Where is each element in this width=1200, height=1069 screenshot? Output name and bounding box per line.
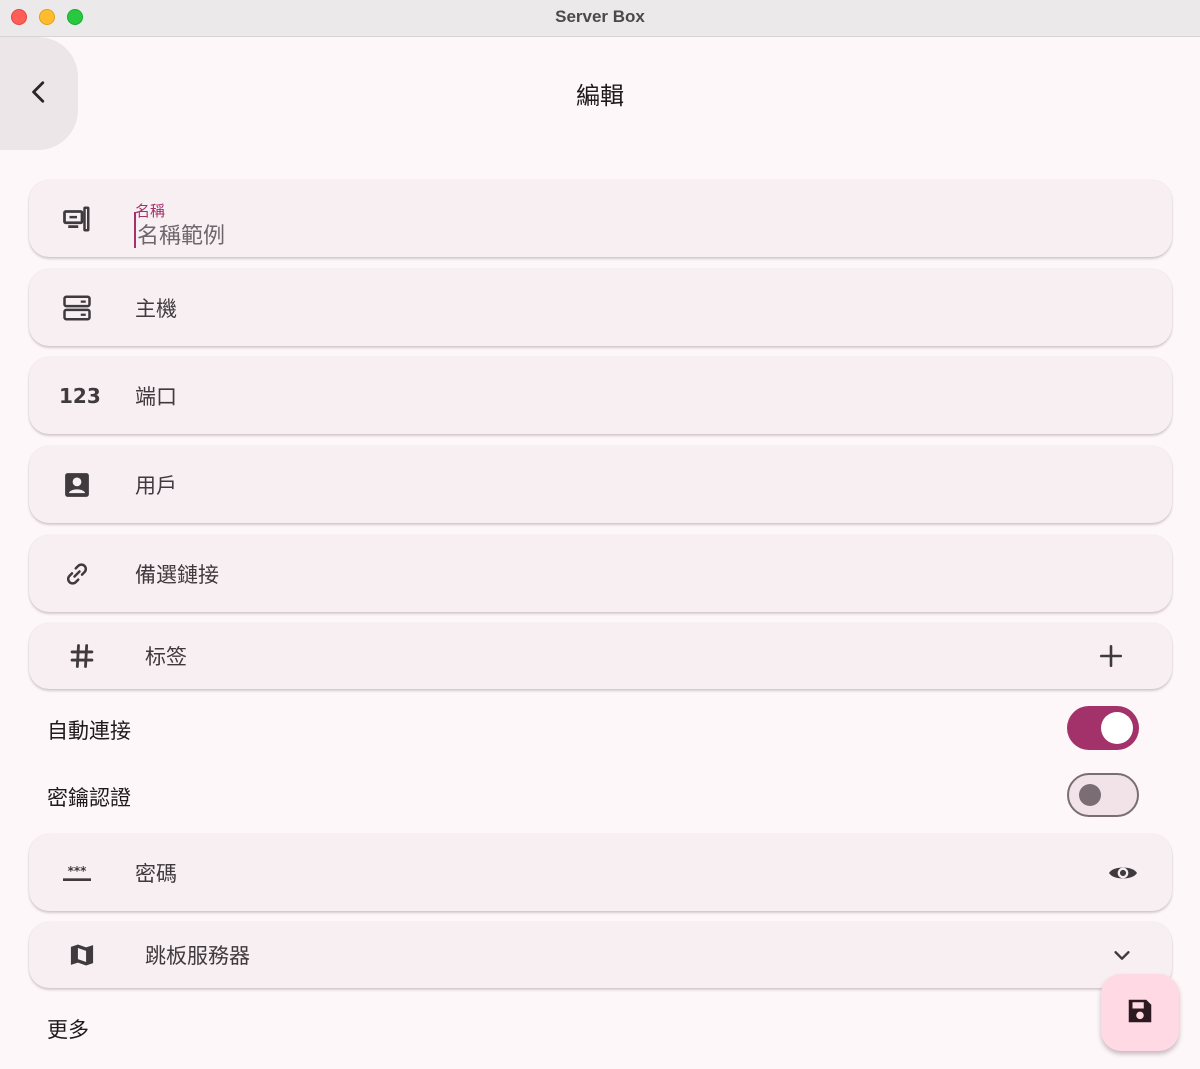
name-input-value[interactable]: 名稱範例 [137, 218, 225, 250]
alt-url-field-label: 備選鏈接 [135, 562, 219, 587]
chevron-down-icon[interactable] [1110, 943, 1134, 967]
text-caret [134, 212, 136, 248]
password-field-label: 密碼 [135, 861, 177, 886]
key-auth-switch[interactable] [1067, 773, 1139, 817]
save-icon [1125, 996, 1155, 1030]
map-icon [66, 939, 98, 971]
svg-text:***: *** [68, 864, 88, 878]
save-button[interactable] [1101, 974, 1179, 1051]
host-field[interactable]: 主機 [29, 269, 1172, 346]
user-field[interactable]: 用戶 [29, 446, 1172, 523]
switch-knob [1079, 784, 1101, 806]
account-box-icon [61, 469, 93, 501]
port-field[interactable]: 123 端口 [29, 357, 1172, 434]
auto-connect-label: 自動連接 [47, 719, 131, 743]
name-field[interactable]: 名稱 名稱範例 [29, 180, 1172, 257]
server-storage-icon [61, 292, 93, 324]
port-field-label: 端口 [135, 384, 177, 409]
auto-connect-switch[interactable] [1067, 706, 1139, 750]
password-icon: *** [61, 857, 93, 889]
tags-field[interactable]: 标签 [29, 623, 1172, 689]
tags-field-label: 标签 [145, 645, 187, 669]
jump-server-field[interactable]: 跳板服務器 [29, 922, 1172, 988]
computer-icon [61, 203, 93, 235]
window-title: Server Box [555, 7, 645, 26]
user-field-label: 用戶 [135, 473, 177, 498]
link-icon [61, 558, 93, 590]
alt-url-field[interactable]: 備選鏈接 [29, 535, 1172, 612]
password-field[interactable]: *** 密碼 [29, 834, 1172, 911]
host-field-label: 主機 [135, 296, 177, 321]
numbers-icon: 123 [59, 383, 101, 408]
more-section-label[interactable]: 更多 [47, 1014, 89, 1044]
eye-icon[interactable] [1106, 856, 1140, 890]
plus-icon[interactable] [1097, 642, 1125, 670]
window-titlebar: Server Box [0, 0, 1200, 37]
jump-server-field-label: 跳板服務器 [145, 944, 250, 968]
switch-knob [1101, 712, 1133, 744]
key-auth-label: 密鑰認證 [47, 786, 131, 810]
page-title: 編輯 [576, 82, 624, 110]
hashtag-icon [66, 640, 98, 672]
